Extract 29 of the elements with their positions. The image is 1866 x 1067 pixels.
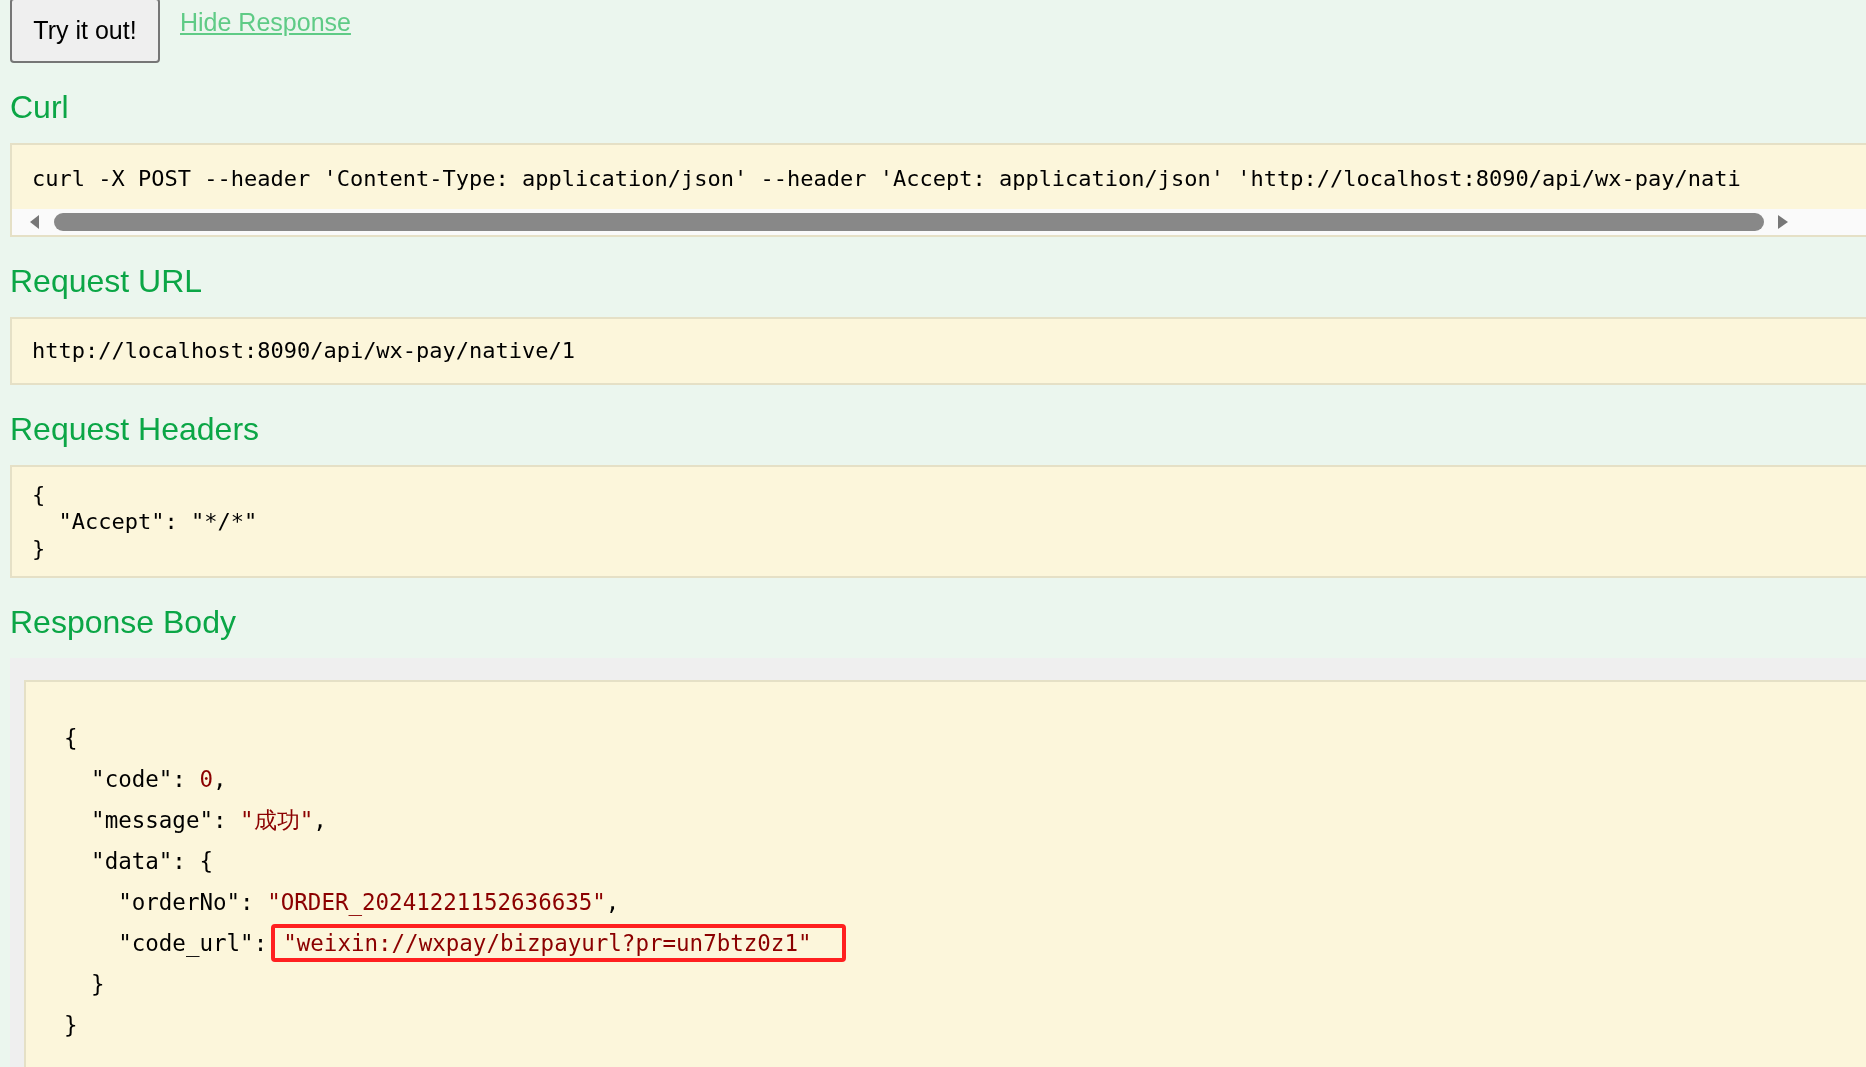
code-text: { xyxy=(64,725,78,751)
horizontal-scrollbar[interactable] xyxy=(12,209,1866,235)
highlighted-value: "weixin://wxpay/bizpayurl?pr=un7btz0z1" xyxy=(271,924,846,962)
code-text: } xyxy=(90,971,105,997)
code-text: } xyxy=(64,1012,78,1038)
code-line: curl -X POST --header 'Content-Type: application/json' --header 'Accept: application/json' 'http://localhost:8090/api/wx-pay/nati xyxy=(31,165,1742,193)
code-text: "code_url": xyxy=(117,930,268,956)
section-heading: Request Headers xyxy=(10,410,261,448)
code-value: "ORDER_20241221152636635" xyxy=(267,889,606,915)
code-text: , xyxy=(313,807,327,833)
code-value: "成功" xyxy=(240,807,314,833)
code-line: } xyxy=(31,535,47,562)
code-text: "code": xyxy=(90,766,187,792)
section-heading: Response Body xyxy=(10,603,237,641)
code-line: http://localhost:8090/api/wx-pay/native/1 xyxy=(31,337,577,365)
try-it-out-button[interactable]: Try it out! xyxy=(10,0,160,63)
scroll-right-icon[interactable] xyxy=(1778,215,1788,229)
code-text: , xyxy=(213,766,227,792)
section-heading: Request URL xyxy=(10,262,204,300)
section-heading: Curl xyxy=(10,88,70,126)
scrollbar-thumb[interactable] xyxy=(54,213,1764,231)
code-line: "Accept": "*/*" xyxy=(57,508,259,535)
code-value: 0 xyxy=(199,766,213,792)
scroll-left-icon[interactable] xyxy=(30,215,40,229)
code-line: { xyxy=(31,481,47,508)
code-text: "message": xyxy=(90,807,228,833)
code-text: "orderNo": xyxy=(117,889,255,915)
code-text: "data": { xyxy=(90,848,213,874)
code-text: , xyxy=(605,889,620,915)
